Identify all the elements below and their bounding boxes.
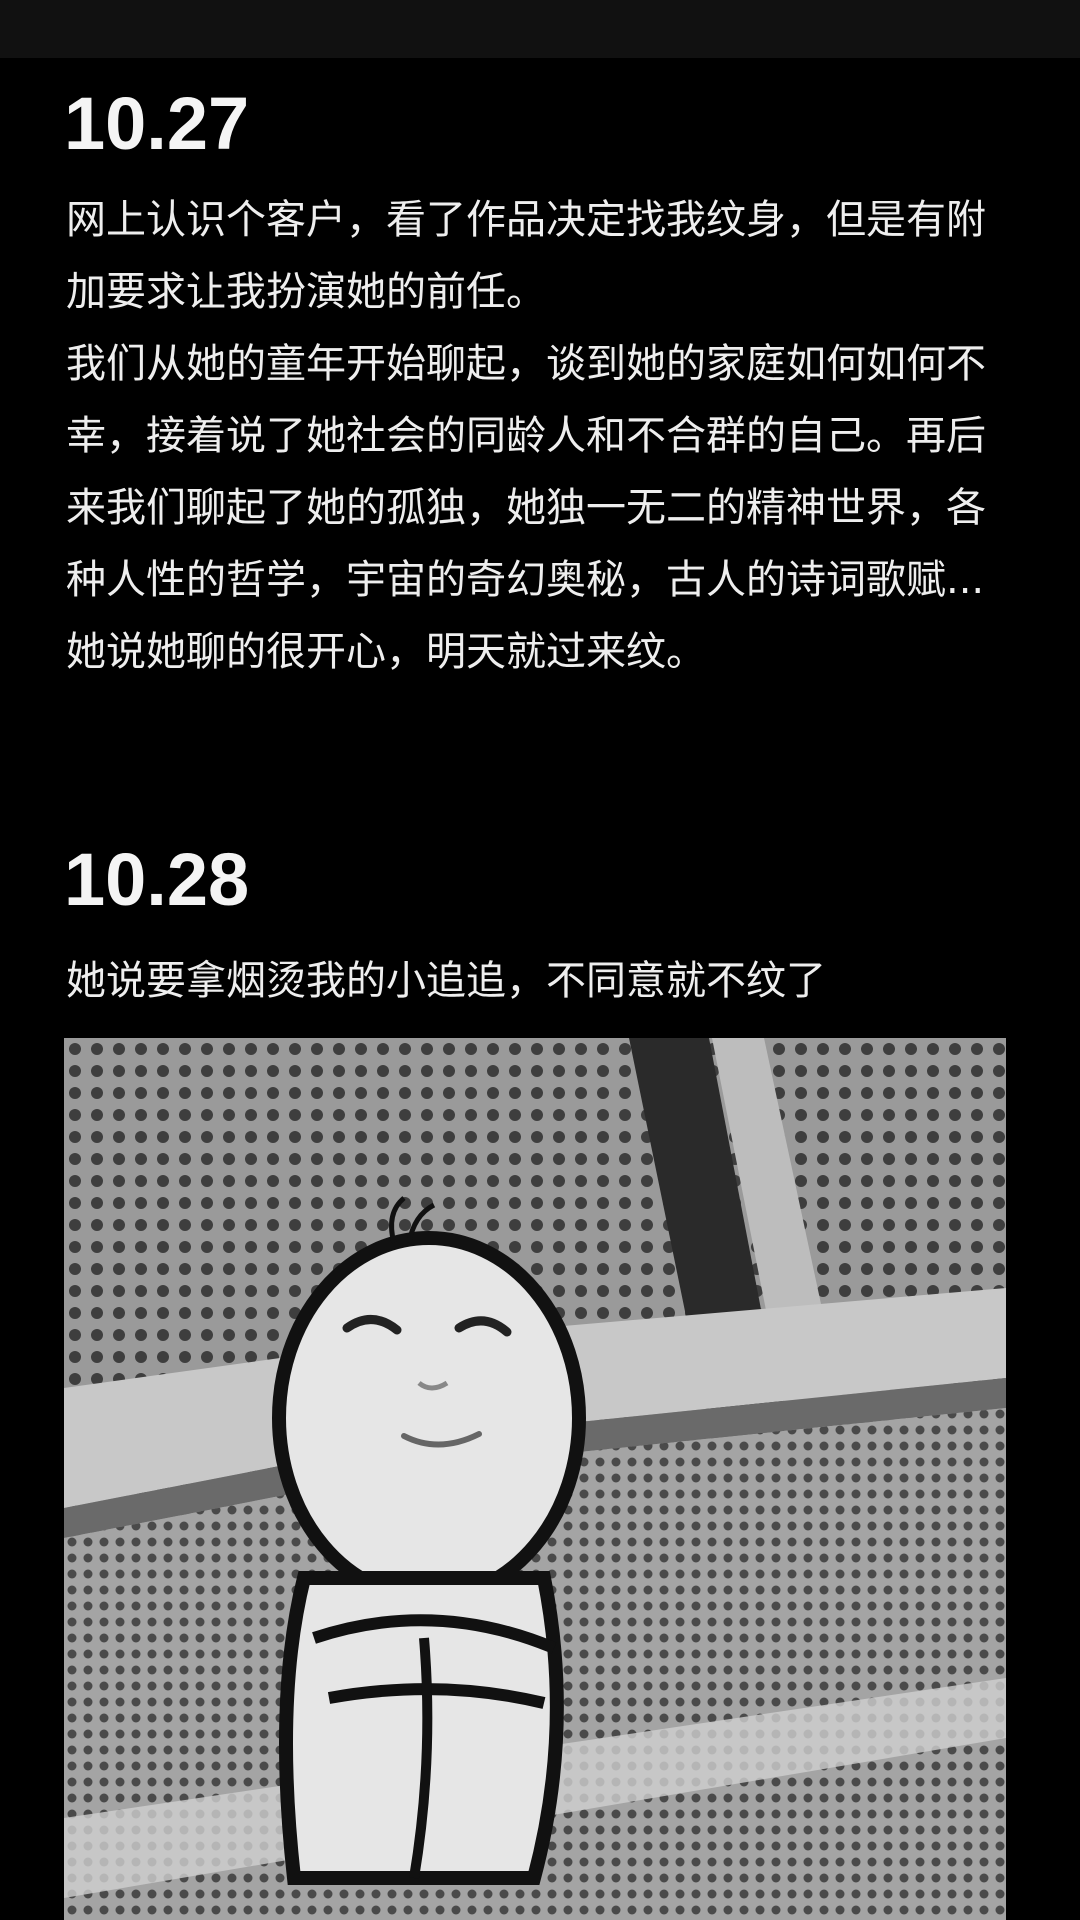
entry-text: 网上认识个客户，看了作品决定找我纹身，但是有附加要求让我扮演她的前任。 我们从她… [66,184,1016,688]
entry-text: 她说要拿烟烫我的小追追，不同意就不纹了 [66,945,1016,1017]
entry-paragraph: 她说要拿烟烫我的小追追，不同意就不纹了 [66,958,826,1004]
meme-image [64,1038,1006,1920]
sitting-cartoon-meme-icon [64,1038,1006,1920]
entry-paragraph: 我们从她的童年开始聊起，谈到她的家庭如何如何不幸，接着说了她社会的同龄人和不合群… [66,341,986,675]
entry-date: 10.27 [64,82,250,165]
top-bar [0,0,1080,58]
entry-paragraph: 网上认识个客户，看了作品决定找我纹身，但是有附加要求让我扮演她的前任。 [66,197,986,315]
entry-date: 10.28 [64,838,250,921]
